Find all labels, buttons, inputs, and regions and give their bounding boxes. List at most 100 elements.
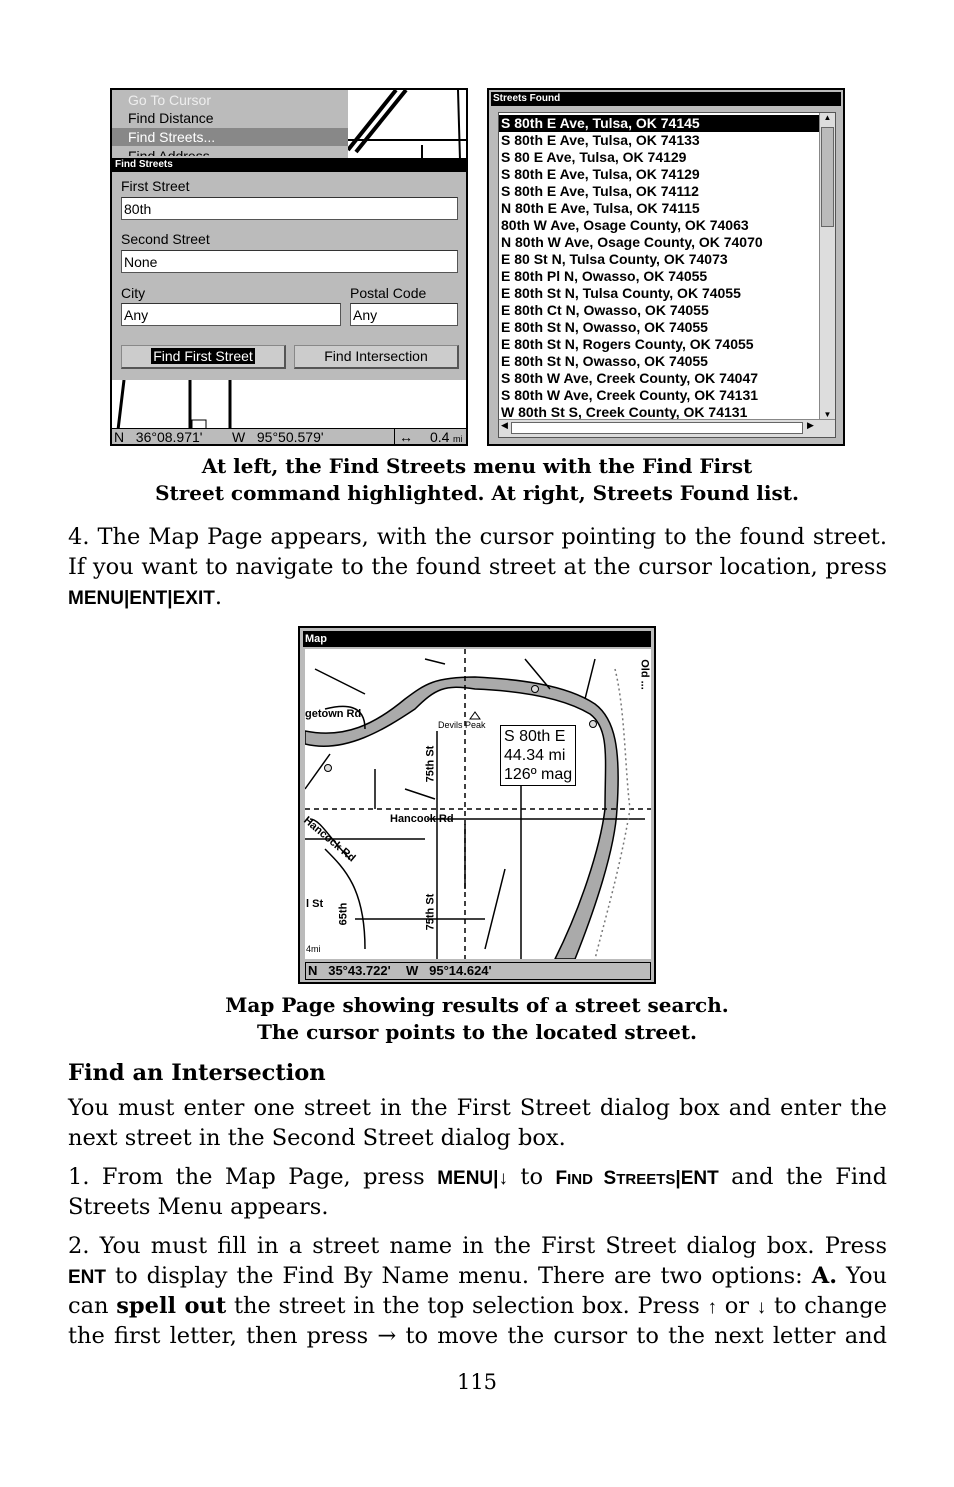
text: S: [592, 1168, 617, 1189]
street-list-item[interactable]: N 80th W Ave, Osage County, OK 74070: [499, 234, 819, 251]
status-bar: N 35°43.722' W 95°14.624': [305, 962, 651, 980]
text: can: [68, 1293, 117, 1319]
vertical-scrollbar[interactable]: ▲ ▼: [819, 113, 835, 419]
text: 1. From the Map Page, press: [68, 1164, 438, 1190]
street-list-item[interactable]: S 80th E Ave, Tulsa, OK 74133: [499, 132, 819, 149]
text: or: [716, 1293, 757, 1319]
map-label: Devils Peak: [438, 720, 486, 730]
street-list-item[interactable]: E 80th Pl N, Owasso, OK 74055: [499, 268, 819, 285]
longitude: W 95°50.579': [232, 429, 324, 445]
zoom-level: 0.4: [430, 429, 450, 445]
key-exit: EXIT: [172, 588, 215, 609]
waypoint-icon: [531, 685, 539, 693]
section-heading: Find an Intersection: [68, 1060, 326, 1086]
caption-line: Street command highlighted. At right, St…: [155, 481, 799, 505]
horizontal-scrollbar[interactable]: ◀ ▶: [499, 419, 835, 437]
street-list-item[interactable]: S 80 E Ave, Tulsa, OK 74129: [499, 149, 819, 166]
map-title: Map: [303, 631, 651, 647]
period: .: [214, 584, 222, 610]
map-background: [348, 90, 466, 160]
map-canvas[interactable]: [305, 649, 651, 959]
caption-line: Map Page showing results of a street sea…: [225, 993, 729, 1017]
hscroll-thumb[interactable]: [511, 422, 803, 434]
street-list-item[interactable]: E 80 St N, Tulsa County, OK 74073: [499, 251, 819, 268]
city-field[interactable]: Any: [121, 303, 341, 326]
street-list-item[interactable]: E 80th Ct N, Owasso, OK 74055: [499, 302, 819, 319]
first-street-field[interactable]: 80th: [121, 197, 458, 220]
paragraph-step2: the first letter, then press → to move t…: [68, 1321, 887, 1351]
map-label: Old ...: [638, 659, 651, 690]
scroll-left-icon[interactable]: ◀: [501, 420, 508, 431]
street-list-item[interactable]: 80th W Ave, Osage County, OK 74063: [499, 217, 819, 234]
page-number: 115: [456, 1370, 498, 1394]
map-label: Hancock Rd: [390, 813, 454, 825]
down-arrow-icon: ↓: [756, 1297, 767, 1318]
street-name: S 80th E: [504, 728, 566, 745]
cursor-info-box: S 80th E 44.34 mi 126º mag: [500, 725, 577, 786]
find-streets-screenshot: Go To Cursor Find Distance Find Streets.…: [110, 88, 468, 446]
key-ent: ENT: [68, 1267, 106, 1288]
street-list-item[interactable]: E 80th St N, Owasso, OK 74055: [499, 353, 819, 370]
scroll-right-icon[interactable]: ▶: [807, 420, 814, 431]
paragraph-step1: Streets Menu appears.: [68, 1194, 329, 1220]
menu-item-find-streets[interactable]: Find Streets...: [128, 129, 215, 145]
menu-item-find-address[interactable]: Find Address: [128, 147, 210, 156]
scroll-down-icon[interactable]: ▼: [820, 410, 835, 419]
waypoint-icon: [589, 720, 597, 728]
up-arrow-icon: ↑: [707, 1297, 717, 1318]
street-list-item[interactable]: N 80th E Ave, Tulsa, OK 74115: [499, 200, 819, 217]
text: to move the cursor to the next letter an…: [396, 1323, 888, 1349]
scroll-up-icon[interactable]: ▲: [820, 113, 835, 122]
text: You: [837, 1263, 887, 1289]
paragraph-step2: 2. You must fill in a street name in the…: [68, 1233, 887, 1259]
postal-code-label: Postal Code: [350, 285, 427, 301]
zoom-arrows-icon: ↔: [394, 429, 413, 444]
street-list-item[interactable]: E 80th St N, Rogers County, OK 74055: [499, 336, 819, 353]
key-ent: ENT: [129, 588, 168, 609]
zoom-unit: mi: [453, 434, 463, 444]
map-label: l St: [306, 898, 324, 910]
street-list-item[interactable]: E 80th St N, Tulsa County, OK 74055: [499, 285, 819, 302]
key-ent: ENT: [680, 1168, 719, 1189]
paragraph-step4-line2: If you want to navigate to the found str…: [68, 554, 887, 580]
street-list-item[interactable]: S 80th W Ave, Creek County, OK 74047: [499, 370, 819, 387]
paragraph-step2: can spell out the street in the top sele…: [68, 1291, 887, 1323]
key-menu: MENU: [437, 1168, 494, 1189]
map-label: 65th: [337, 902, 350, 926]
bearing: 126º mag: [504, 766, 573, 783]
postal-code-field[interactable]: Any: [350, 303, 458, 326]
street-list-item[interactable]: E 80th St N, Owasso, OK 74055: [499, 319, 819, 336]
second-street-field[interactable]: None: [121, 250, 458, 273]
street-list-item[interactable]: S 80th E Ave, Tulsa, OK 74145: [499, 115, 819, 132]
longitude: W 95°14.624': [406, 963, 492, 978]
distance: 44.34 mi: [504, 747, 566, 764]
text: A.: [811, 1263, 838, 1289]
find-intersection-button[interactable]: Find Intersection: [294, 345, 459, 369]
street-list-item[interactable]: S 80th E Ave, Tulsa, OK 74129: [499, 166, 819, 183]
waypoint-icon: [324, 764, 332, 772]
dialog-title: Find Streets: [112, 158, 466, 172]
menu-item-find-distance[interactable]: Find Distance: [128, 110, 214, 126]
street-list-item[interactable]: S 80th W Ave, Creek County, OK 74131: [499, 387, 819, 404]
paragraph-step1: 1. From the Map Page, press MENU|↓ to FI…: [68, 1162, 887, 1195]
caption-line: The cursor points to the located street.: [256, 1020, 698, 1044]
street-list-item[interactable]: S 80th E Ave, Tulsa, OK 74112: [499, 183, 819, 200]
text: and the Find: [718, 1164, 887, 1190]
latitude: N 35°43.722': [308, 963, 391, 978]
map-label: 75th St: [424, 893, 437, 931]
paragraph-step2: ENT to display the Find By Name menu. Th…: [68, 1261, 887, 1293]
status-bar: N 36°08.971' W 95°50.579' ↔ 0.4 mi: [112, 428, 466, 444]
second-street-label: Second Street: [121, 231, 210, 247]
menu-item-go-to-cursor[interactable]: Go To Cursor: [128, 92, 211, 108]
down-arrow-icon: ↓: [498, 1168, 508, 1189]
find-first-street-button[interactable]: Find First Street: [121, 345, 286, 369]
city-label: City: [121, 285, 146, 301]
map-page-screenshot: Map getown Rd Devils Peak 75th St 75th S…: [298, 626, 656, 984]
text: the first letter, then press: [68, 1323, 378, 1349]
paragraph-step4-keys: MENU|ENT|EXIT.: [68, 582, 887, 614]
right-arrow-icon: →: [377, 1323, 397, 1349]
text: IND: [567, 1171, 593, 1188]
scrollbar-thumb[interactable]: [821, 127, 834, 227]
text: to: [507, 1164, 556, 1190]
first-street-label: First Street: [121, 178, 190, 194]
